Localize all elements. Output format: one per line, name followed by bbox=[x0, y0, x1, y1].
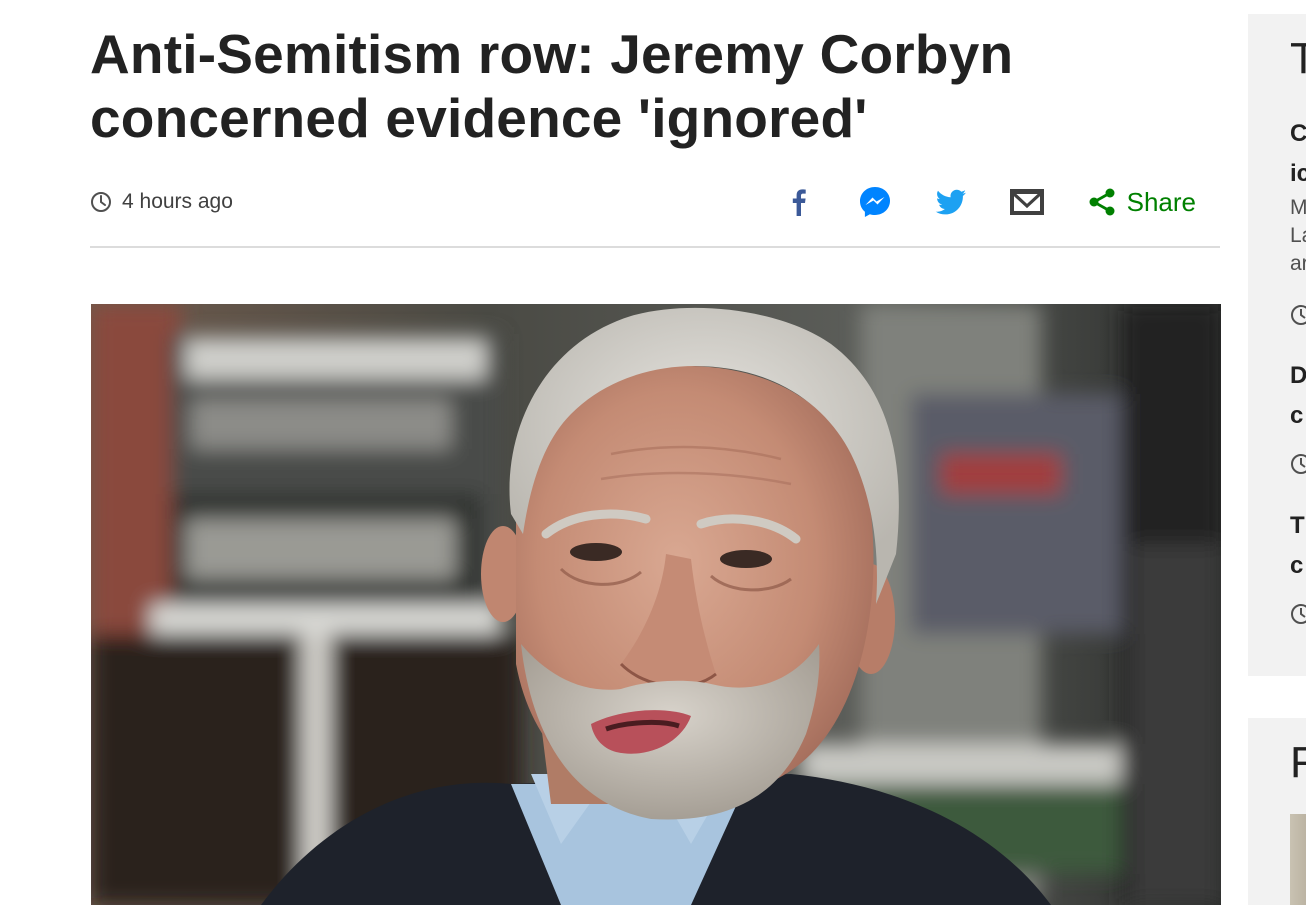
story-title-line-1: T bbox=[1290, 512, 1305, 539]
clock-icon bbox=[1291, 454, 1306, 474]
facebook-icon bbox=[792, 189, 806, 216]
email-icon bbox=[1009, 189, 1044, 215]
share-label: Share bbox=[1126, 186, 1196, 217]
story-title-line-1: C bbox=[1290, 120, 1306, 147]
hero-image[interactable] bbox=[91, 304, 1221, 905]
timestamp-text: 4 hours ago bbox=[122, 190, 233, 213]
share-button[interactable]: Share bbox=[1087, 187, 1196, 218]
article-meta: 4 hours ago Share bbox=[90, 180, 1220, 224]
story-summary-line-3: ar bbox=[1290, 252, 1306, 275]
messenger-share-button[interactable] bbox=[855, 182, 895, 222]
story-summary-line-1: M bbox=[1290, 196, 1306, 219]
email-share-button[interactable] bbox=[1007, 182, 1047, 222]
article-page: Anti-Semitism row: Jeremy Corbyn concern… bbox=[0, 0, 1306, 905]
headline-line-1: Anti-Semitism row: Jeremy Corbyn bbox=[90, 23, 1014, 85]
story-title-line-1: D bbox=[1290, 362, 1306, 389]
sidebar-story-2[interactable]: D c bbox=[1290, 356, 1306, 436]
sidebar-heading: T bbox=[1290, 34, 1306, 83]
twitter-share-button[interactable] bbox=[931, 182, 971, 222]
feature-thumbnail[interactable] bbox=[1290, 814, 1306, 905]
twitter-icon bbox=[935, 189, 966, 215]
hero-photo-jeremy-corbyn bbox=[91, 304, 1221, 905]
sidebar-heading: F bbox=[1290, 738, 1306, 787]
headline-line-2: concerned evidence 'ignored' bbox=[90, 87, 868, 149]
header-divider bbox=[90, 246, 1220, 248]
clock-icon bbox=[1291, 604, 1306, 624]
facebook-share-button[interactable] bbox=[779, 182, 819, 222]
clock-icon bbox=[91, 192, 111, 212]
story-title-line-2: c bbox=[1290, 552, 1304, 579]
clock-icon bbox=[1291, 305, 1306, 325]
sidebar-story-1[interactable]: C ic M La ar bbox=[1290, 114, 1306, 278]
story-title-line-2: c bbox=[1290, 402, 1304, 429]
timestamp: 4 hours ago bbox=[90, 190, 233, 214]
sidebar-features-panel: F bbox=[1248, 718, 1306, 905]
story-title-line-2: ic bbox=[1290, 160, 1306, 187]
share-toolbar: Share bbox=[779, 182, 1196, 222]
share-icon bbox=[1089, 188, 1115, 216]
story-summary-line-2: La bbox=[1290, 224, 1306, 247]
sidebar-top-stories-panel: T C ic M La ar D c T c bbox=[1248, 14, 1306, 676]
article-headline: Anti-Semitism row: Jeremy Corbyn concern… bbox=[90, 22, 1190, 150]
sidebar-story-3[interactable]: T c bbox=[1290, 506, 1306, 586]
messenger-icon bbox=[859, 187, 890, 217]
